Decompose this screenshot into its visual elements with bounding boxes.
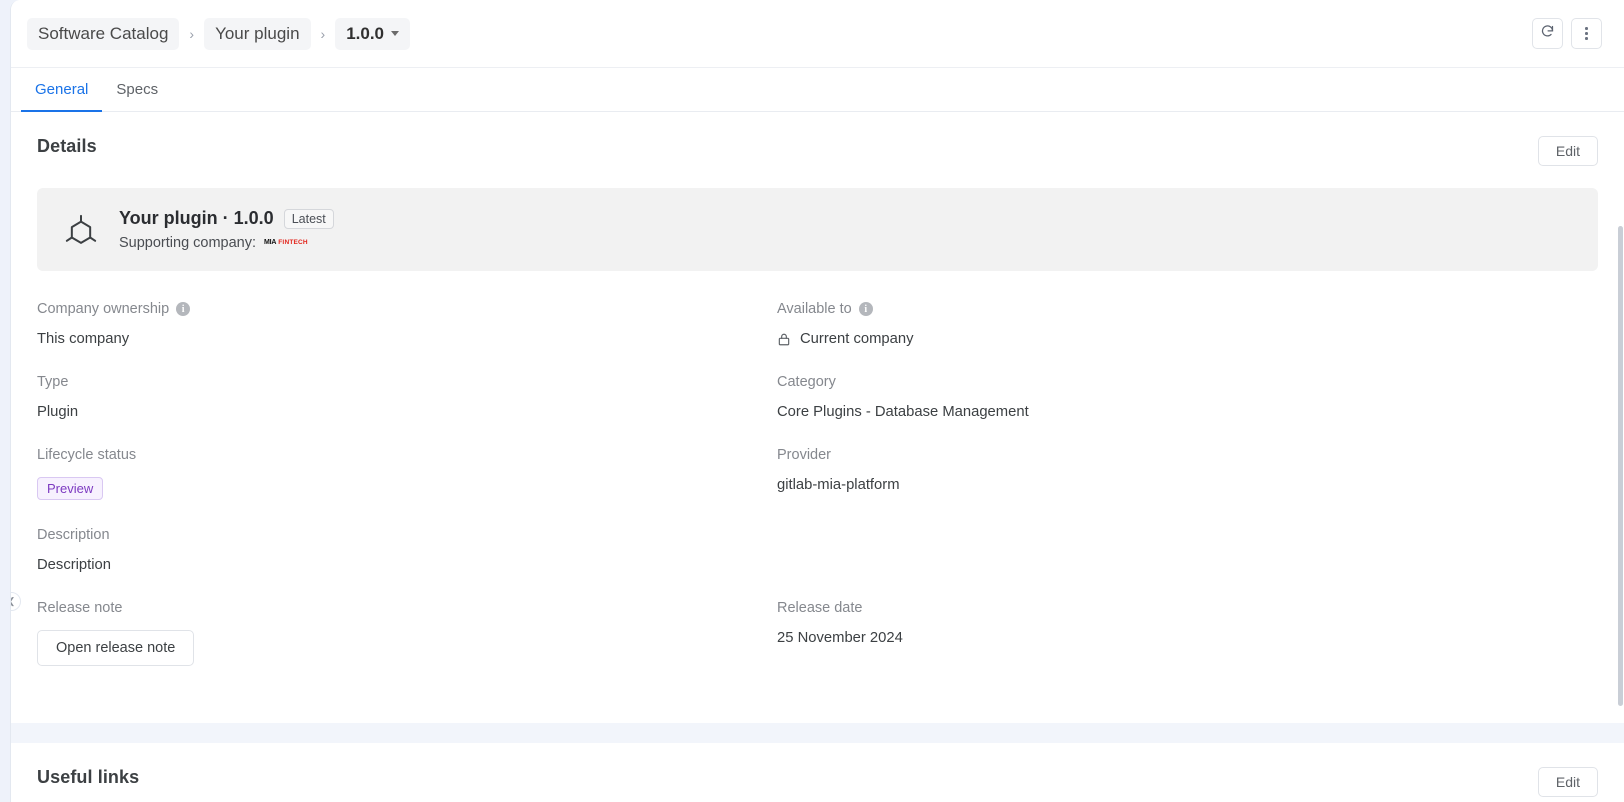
app-shell: Software Catalog › Your plugin › 1.0.0 G… bbox=[10, 0, 1624, 802]
tab-bar: General Specs bbox=[11, 68, 1624, 112]
type-value: Plugin bbox=[37, 404, 79, 420]
breadcrumb-separator: › bbox=[189, 25, 195, 42]
open-release-note-button[interactable]: Open release note bbox=[37, 630, 195, 666]
field-type: Type Plugin bbox=[37, 374, 777, 447]
lifecycle-status-label: Lifecycle status bbox=[37, 447, 137, 463]
chevron-down-icon bbox=[391, 31, 400, 36]
edit-useful-links-button[interactable]: Edit bbox=[1537, 767, 1598, 797]
breadcrumb: Software Catalog › Your plugin › 1.0.0 bbox=[27, 17, 411, 50]
release-date-label: Release date bbox=[777, 600, 863, 616]
lock-icon bbox=[777, 332, 791, 347]
logo-secondary-text: FINTECH bbox=[278, 239, 308, 247]
molecule-node-icon bbox=[61, 210, 101, 250]
company-ownership-value: This company bbox=[37, 331, 130, 347]
field-provider: Provider gitlab-mia-platform bbox=[777, 447, 1598, 527]
field-description-spacer bbox=[777, 527, 1598, 600]
description-value: Description bbox=[37, 557, 112, 573]
section-divider bbox=[11, 723, 1624, 743]
info-icon[interactable]: i bbox=[176, 302, 191, 316]
field-available-to: Available to i Current company bbox=[777, 301, 1598, 374]
tab-general[interactable]: General bbox=[21, 68, 103, 112]
top-bar: Software Catalog › Your plugin › 1.0.0 bbox=[11, 0, 1624, 68]
details-card: Details Edit Your plugin · 1.0.0 Latest … bbox=[11, 112, 1624, 723]
field-label: Company ownership i bbox=[37, 301, 777, 317]
field-description: Description Description bbox=[37, 527, 777, 600]
tab-specs[interactable]: Specs bbox=[102, 68, 172, 112]
supporting-company-row: Supporting company: MIA FINTECH bbox=[119, 235, 334, 251]
available-to-label: Available to bbox=[777, 301, 852, 317]
breadcrumb-item-software-catalog[interactable]: Software Catalog bbox=[27, 17, 180, 50]
plugin-summary-text: Your plugin · 1.0.0 Latest Supporting co… bbox=[119, 208, 334, 251]
page-title: Details bbox=[37, 136, 97, 156]
details-card-header: Details Edit bbox=[37, 136, 1598, 166]
plugin-title-row: Your plugin · 1.0.0 Latest bbox=[119, 208, 334, 229]
company-ownership-label: Company ownership bbox=[37, 301, 170, 317]
category-label: Category bbox=[777, 374, 836, 390]
app-root: Software Catalog › Your plugin › 1.0.0 G… bbox=[0, 0, 1624, 802]
release-date-value: 25 November 2024 bbox=[777, 630, 903, 646]
useful-links-card-header: Useful links Edit bbox=[37, 767, 1598, 797]
plugin-summary-panel: Your plugin · 1.0.0 Latest Supporting co… bbox=[37, 188, 1598, 271]
available-to-value: Current company bbox=[800, 331, 914, 347]
content-area: Details Edit Your plugin · 1.0.0 Latest … bbox=[11, 112, 1624, 802]
field-company-ownership: Company ownership i This company bbox=[37, 301, 777, 374]
breadcrumb-item-version[interactable]: 1.0.0 bbox=[335, 17, 411, 50]
breadcrumb-separator: › bbox=[320, 25, 326, 42]
available-to-value-row: Current company bbox=[777, 331, 1598, 347]
more-options-button[interactable] bbox=[1571, 18, 1602, 49]
useful-links-card: Useful links Edit bbox=[11, 743, 1624, 802]
refresh-button[interactable] bbox=[1532, 18, 1563, 49]
provider-label: Provider bbox=[777, 447, 831, 463]
latest-badge: Latest bbox=[283, 208, 334, 229]
provider-value: gitlab-mia-platform bbox=[777, 477, 900, 493]
plugin-name-version: Your plugin · 1.0.0 bbox=[119, 208, 274, 228]
breadcrumb-item-your-plugin[interactable]: Your plugin bbox=[204, 17, 311, 50]
category-value: Core Plugins - Database Management bbox=[777, 404, 1029, 420]
field-category: Category Core Plugins - Database Managem… bbox=[777, 374, 1598, 447]
description-label: Description bbox=[37, 527, 110, 543]
mia-fintech-logo: MIA FINTECH bbox=[264, 239, 308, 247]
breadcrumb-version-label: 1.0.0 bbox=[346, 23, 385, 43]
supporting-company-label: Supporting company: bbox=[119, 235, 257, 251]
details-field-grid: Company ownership i This company Availab… bbox=[37, 271, 1598, 693]
type-label: Type bbox=[37, 374, 69, 390]
logo-primary-text: MIA bbox=[264, 239, 277, 247]
vertical-scrollbar[interactable] bbox=[1618, 226, 1623, 706]
info-icon[interactable]: i bbox=[858, 302, 873, 316]
field-release-note: Release note Open release note bbox=[37, 600, 777, 693]
useful-links-title: Useful links bbox=[37, 767, 140, 787]
edit-details-button[interactable]: Edit bbox=[1537, 136, 1598, 166]
chevron-left-icon: ❮ bbox=[11, 596, 15, 607]
refresh-icon bbox=[1540, 24, 1555, 44]
status-badge: Preview bbox=[37, 477, 104, 500]
top-bar-actions bbox=[1532, 18, 1602, 49]
release-note-value-row: Open release note bbox=[37, 630, 777, 666]
release-note-label: Release note bbox=[37, 600, 123, 616]
field-lifecycle-status: Lifecycle status Preview bbox=[37, 447, 777, 527]
field-label: Available to i bbox=[777, 301, 1598, 317]
field-release-date: Release date 25 November 2024 bbox=[777, 600, 1598, 693]
lifecycle-status-value-row: Preview bbox=[37, 477, 777, 500]
kebab-menu-icon bbox=[1585, 27, 1588, 40]
